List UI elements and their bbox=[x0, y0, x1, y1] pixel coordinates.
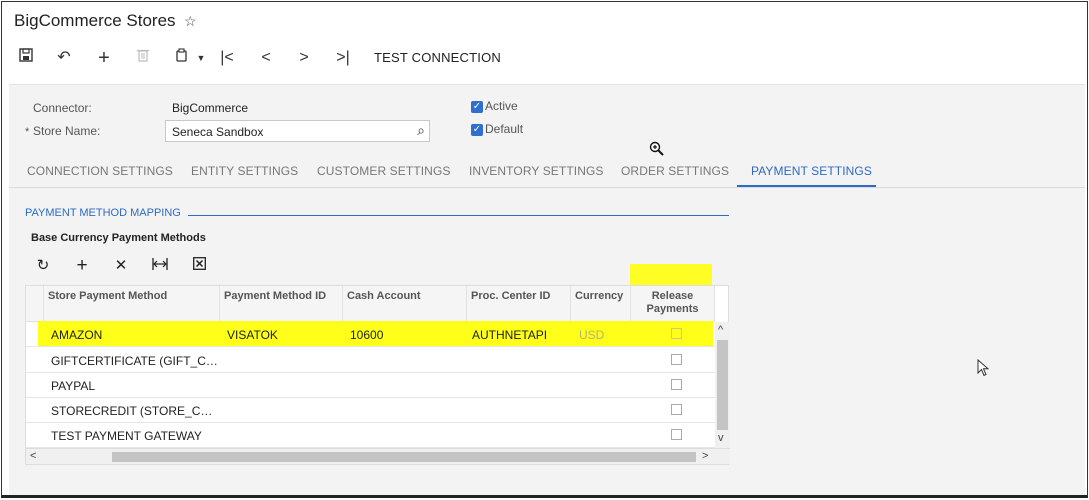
release-payments-checkbox[interactable] bbox=[671, 379, 682, 390]
horizontal-scrollbar[interactable]: < > bbox=[26, 448, 730, 464]
copy-paste-icon[interactable] bbox=[172, 48, 192, 68]
section-divider bbox=[188, 215, 729, 216]
col-cash-account[interactable]: Cash Account bbox=[343, 286, 467, 322]
add-icon[interactable]: + bbox=[94, 48, 114, 68]
col-release-payments[interactable]: Release Payments bbox=[631, 286, 715, 322]
connector-label: Connector: bbox=[33, 101, 92, 115]
store-name-input[interactable]: Seneca Sandbox ⌕ bbox=[165, 120, 430, 142]
default-label: Default bbox=[485, 122, 524, 136]
cell-store-payment-method: AMAZON bbox=[51, 328, 103, 342]
cell-currency: USD bbox=[579, 328, 605, 342]
col-store-payment-method[interactable]: Store Payment Method bbox=[44, 286, 220, 322]
section-title: PAYMENT METHOD MAPPING bbox=[25, 207, 181, 219]
mouse-pointer-icon bbox=[977, 358, 990, 380]
active-checkbox[interactable]: ✓ bbox=[471, 101, 483, 113]
cell-store-payment-method: STORECREDIT (STORE_C… bbox=[51, 404, 213, 418]
vertical-scroll-thumb[interactable] bbox=[717, 340, 728, 430]
store-name-value: Seneca Sandbox bbox=[172, 125, 264, 139]
tab-order-settings[interactable]: ORDER SETTINGS bbox=[621, 164, 729, 178]
first-record-icon[interactable]: |< bbox=[217, 48, 237, 68]
payment-methods-grid: Store Payment Method Payment Method ID C… bbox=[25, 285, 730, 465]
scroll-up-icon[interactable]: ^ bbox=[718, 324, 723, 336]
tab-entity-settings[interactable]: ENTITY SETTINGS bbox=[191, 164, 298, 178]
release-payments-checkbox[interactable] bbox=[671, 328, 682, 339]
required-mark: * bbox=[25, 126, 30, 138]
table-row[interactable]: AMAZON VISATOK 10600 AUTHNETAPI USD bbox=[26, 322, 715, 347]
add-row-icon[interactable]: + bbox=[72, 256, 92, 275]
next-record-icon[interactable]: > bbox=[294, 48, 314, 68]
save-icon[interactable] bbox=[16, 48, 36, 68]
fit-columns-icon[interactable] bbox=[150, 257, 170, 275]
app-window: BigCommerce Stores ☆ ↶ + ▼ |< < > >| TES… bbox=[1, 1, 1088, 498]
tab-connection-settings[interactable]: CONNECTION SETTINGS bbox=[27, 164, 173, 178]
cell-payment-method-id: VISATOK bbox=[227, 328, 278, 342]
cell-store-payment-method: TEST PAYMENT GATEWAY bbox=[51, 429, 202, 443]
scroll-right-icon[interactable]: > bbox=[702, 450, 708, 462]
delete-row-icon[interactable]: ✕ bbox=[111, 257, 131, 275]
tab-customer-settings[interactable]: CUSTOMER SETTINGS bbox=[317, 164, 451, 178]
cell-proc-center-id: AUTHNETAPI bbox=[472, 328, 548, 342]
active-tab-indicator bbox=[737, 185, 876, 187]
refresh-icon[interactable]: ↻ bbox=[33, 257, 53, 275]
chevron-down-icon[interactable]: ▼ bbox=[191, 48, 211, 68]
row-selector-header bbox=[26, 286, 44, 322]
tabs-border bbox=[9, 187, 1085, 188]
horizontal-scroll-thumb[interactable] bbox=[112, 452, 696, 462]
page-title: BigCommerce Stores bbox=[14, 11, 176, 30]
col-proc-center-id[interactable]: Proc. Center ID bbox=[467, 286, 571, 322]
grid-subtitle: Base Currency Payment Methods bbox=[31, 232, 206, 244]
release-payments-checkbox[interactable] bbox=[671, 404, 682, 415]
connector-value: BigCommerce bbox=[172, 101, 249, 115]
scroll-down-icon[interactable]: v bbox=[718, 432, 724, 444]
search-icon[interactable]: ⌕ bbox=[417, 122, 425, 139]
tab-payment-settings[interactable]: PAYMENT SETTINGS bbox=[751, 164, 872, 178]
previous-record-icon[interactable]: < bbox=[256, 48, 276, 68]
tab-inventory-settings[interactable]: INVENTORY SETTINGS bbox=[469, 164, 604, 178]
default-checkbox[interactable]: ✓ bbox=[471, 124, 483, 136]
table-row[interactable]: PAYPAL bbox=[26, 373, 715, 398]
export-excel-icon[interactable] bbox=[189, 257, 209, 275]
delete-icon[interactable] bbox=[133, 48, 153, 68]
cell-store-payment-method: GIFTCERTIFICATE (GIFT_C… bbox=[51, 354, 218, 368]
release-payments-checkbox[interactable] bbox=[671, 354, 682, 365]
col-currency[interactable]: Currency bbox=[571, 286, 631, 322]
table-row[interactable]: STORECREDIT (STORE_C… bbox=[26, 398, 715, 423]
undo-icon[interactable]: ↶ bbox=[54, 48, 74, 68]
store-name-label: Store Name: bbox=[33, 124, 101, 138]
star-outline-icon[interactable]: ☆ bbox=[184, 13, 197, 30]
last-record-icon[interactable]: >| bbox=[333, 48, 353, 68]
zoom-cursor-icon bbox=[649, 141, 665, 160]
table-row[interactable]: GIFTCERTIFICATE (GIFT_C… bbox=[26, 348, 715, 373]
release-payments-checkbox[interactable] bbox=[671, 429, 682, 440]
cell-cash-account: 10600 bbox=[350, 328, 384, 342]
col-payment-method-id[interactable]: Payment Method ID bbox=[220, 286, 343, 322]
test-connection-button[interactable]: TEST CONNECTION bbox=[374, 50, 501, 65]
vertical-scrollbar[interactable]: ^ v bbox=[715, 322, 730, 448]
active-label: Active bbox=[485, 99, 518, 113]
cell-store-payment-method: PAYPAL bbox=[51, 379, 96, 393]
table-row[interactable]: TEST PAYMENT GATEWAY bbox=[26, 423, 715, 448]
scroll-left-icon[interactable]: < bbox=[30, 450, 36, 462]
